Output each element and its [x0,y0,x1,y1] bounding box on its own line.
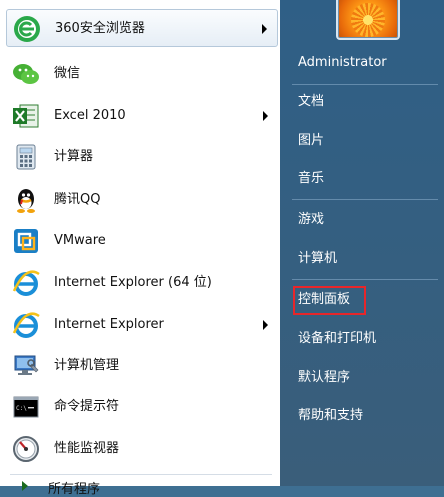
wechat-icon [12,60,40,88]
program-label: Internet Explorer [54,317,164,332]
program-label: 360安全浏览器 [55,21,145,36]
program-item-calculator[interactable]: 计算器 [6,138,278,176]
360-browser-icon [13,15,41,43]
program-item-wechat[interactable]: 微信 [6,55,278,93]
program-label: 计算机管理 [54,358,120,373]
ie-icon [12,269,40,297]
program-item-ie[interactable]: Internet Explorer [6,306,278,344]
svg-text:C:\: C:\ [16,405,27,412]
right-item-computer[interactable]: 计算机 [298,248,337,270]
right-item-administrator[interactable]: Administrator [298,52,387,74]
program-label: Excel 2010 [54,108,126,123]
performance-monitor-icon [12,435,40,463]
program-label: Internet Explorer (64 位) [54,275,212,290]
right-item-devices-printers[interactable]: 设备和打印机 [298,328,376,350]
calculator-icon [12,143,40,171]
start-menu-left-pane: 360安全浏览器 微信 Excel 2010 计算器 腾讯QQ VMware I… [0,0,281,497]
program-label: 性能监视器 [54,441,120,456]
program-item-qq[interactable]: 腾讯QQ [6,181,278,219]
separator [292,279,438,280]
program-label: VMware [54,233,106,248]
flower-icon [351,2,385,37]
program-label: 腾讯QQ [54,192,101,207]
submenu-arrow-icon [263,111,268,121]
program-item-cmd[interactable]: C:\ 命令提示符 [6,388,278,426]
submenu-arrow-icon [262,24,267,34]
ie-icon [12,311,40,339]
right-item-pictures[interactable]: 图片 [298,130,324,152]
right-item-documents[interactable]: 文档 [298,91,324,113]
user-avatar[interactable] [336,0,400,40]
submenu-arrow-icon [263,320,268,330]
qq-icon [12,186,40,214]
right-item-games[interactable]: 游戏 [298,209,324,231]
program-item-excel[interactable]: Excel 2010 [6,97,278,135]
vmware-icon [12,227,40,255]
separator [292,84,438,85]
all-programs-arrow-icon [22,481,28,491]
program-item-computer-management[interactable]: 计算机管理 [6,347,278,385]
cmd-icon: C:\ [12,393,40,421]
right-item-music[interactable]: 音乐 [298,168,324,190]
program-item-360-browser[interactable]: 360安全浏览器 [6,9,278,47]
program-item-vmware[interactable]: VMware [6,222,278,260]
separator [292,199,438,200]
right-item-default-programs[interactable]: 默认程序 [298,367,350,389]
control-panel-highlight-box [293,286,366,315]
program-item-performance-monitor[interactable]: 性能监视器 [6,430,278,468]
program-item-ie-64[interactable]: Internet Explorer (64 位) [6,264,278,302]
divider [10,474,272,475]
all-programs-link[interactable]: 所有程序 [48,478,100,497]
program-label: 微信 [54,66,81,81]
right-item-help-support[interactable]: 帮助和支持 [298,405,363,427]
computer-management-icon [12,352,40,380]
program-label: 计算器 [54,149,94,164]
excel-icon [12,102,40,130]
program-label: 命令提示符 [54,399,120,414]
